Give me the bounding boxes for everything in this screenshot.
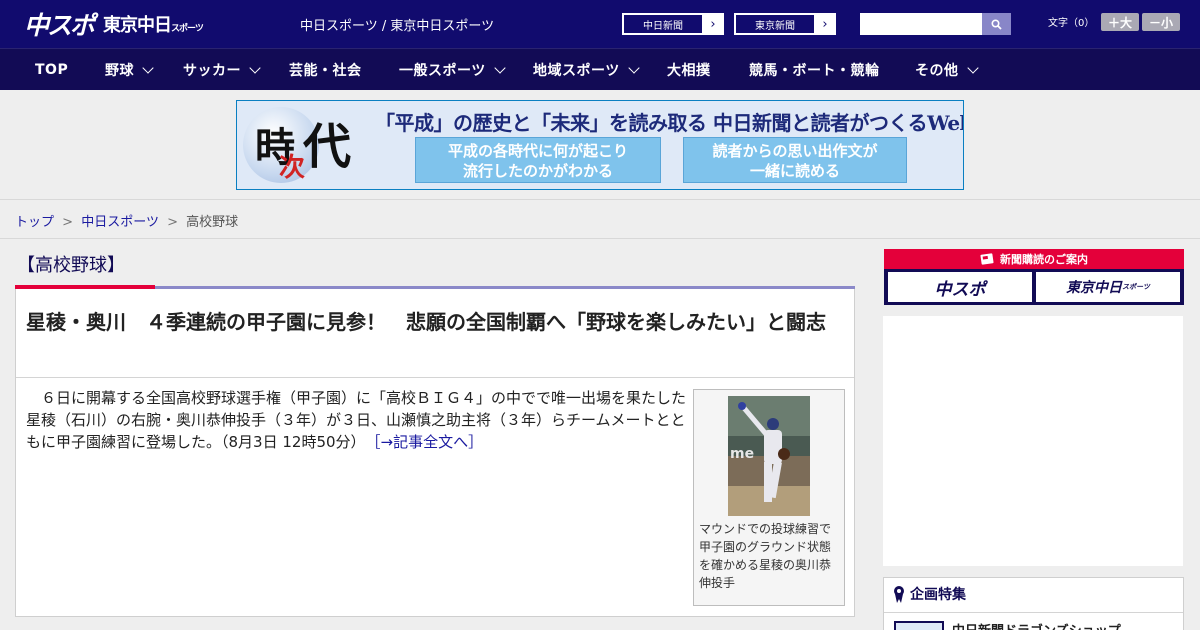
category-heading: 【高校野球】	[17, 255, 125, 276]
site-header: 中スポ 東京中日スポーツ 中日スポーツ / 東京中日スポーツ 中日新聞 › 東京…	[0, 0, 1200, 48]
feature-thumbnail[interactable]	[894, 621, 944, 630]
chunichi-shimbun-label: 中日新聞	[623, 14, 703, 34]
feature-title-label: 企画特集	[910, 587, 966, 603]
search-icon	[991, 18, 1002, 30]
banner-char-dai: 代	[303, 119, 352, 175]
chevron-right-icon: ›	[710, 16, 716, 32]
chevron-down-icon	[142, 62, 154, 74]
subscription-card: 新聞購読のご案内 中スポ 東京中日 スポーツ	[884, 249, 1184, 305]
article-body: ６日に開幕する全国高校野球選手権（甲子園）に「高校ＢＩＧ４」の中でで唯一出場を果…	[26, 389, 687, 451]
nav-item-soccer[interactable]: サッカー	[183, 49, 261, 91]
feature-item-dragons-shop[interactable]: 中日新聞ドラゴンズショップ	[952, 620, 1121, 630]
breadcrumb-divider	[0, 238, 1200, 239]
jijidai-banner-ad[interactable]: 時 次 代 「平成」の歴史と「未来」を読み取る 中日新聞と読者がつくるWebサイ…	[236, 100, 964, 190]
headline-divider	[16, 377, 854, 378]
chevron-down-icon	[494, 62, 506, 74]
logo-chuspo: 中スポ	[24, 11, 95, 40]
nav-item-top[interactable]: TOP	[35, 49, 68, 91]
breadcrumb: トップ > 中日スポーツ > 高校野球	[15, 211, 238, 230]
nav-item-entertainment[interactable]: 芸能・社会	[289, 49, 362, 91]
font-size-decrease-button[interactable]: －小	[1142, 13, 1180, 31]
banner-box-line: 平成の各時代に何が起こり	[447, 142, 628, 160]
pitcher-photo[interactable]: me	[728, 396, 810, 516]
read-more-link[interactable]: ［→記事全文へ］	[373, 433, 483, 451]
site-logo[interactable]: 中スポ 東京中日スポーツ	[24, 9, 204, 40]
logo-tokyo-chunichi: 東京中日スポーツ	[103, 15, 204, 36]
nav-label: 芸能・社会	[289, 63, 362, 79]
chevron-down-icon	[628, 62, 640, 74]
banner-box-line: 一緒に読める	[749, 162, 840, 180]
banner-char-tsugi: 次	[279, 153, 306, 183]
nav-item-local-sports[interactable]: 地域スポーツ	[533, 49, 640, 91]
article-headline[interactable]: 星稜・奥川 ４季連続の甲子園に見参！ 悲願の全国制覇へ「野球を楽しみたい」と闘志	[26, 307, 848, 337]
subscribe-tokyo-chunichi-button[interactable]: 東京中日 スポーツ	[1036, 272, 1180, 302]
tokyo-shimbun-label: 東京新聞	[735, 14, 815, 34]
pitcher-photo-image: me	[728, 396, 810, 516]
font-size-label: 文字（0）	[1048, 18, 1095, 29]
svg-text:me: me	[730, 446, 754, 462]
banner-box-line: 読者からの思い出作文が	[712, 142, 878, 160]
subscription-title: 新聞購読のご案内	[1000, 253, 1088, 266]
search-button[interactable]	[982, 13, 1011, 35]
ribbon-icon	[894, 586, 904, 603]
chevron-down-icon	[249, 62, 261, 74]
nav-item-baseball[interactable]: 野球	[105, 49, 154, 91]
breadcrumb-chunichi-sports[interactable]: 中日スポーツ	[81, 215, 159, 230]
nav-item-general-sports[interactable]: 一般スポーツ	[399, 49, 506, 91]
feature-card: 企画特集 中日新聞ドラゴンズショップ	[883, 577, 1184, 630]
banner-box-history: 平成の各時代に何が起こり 流行したのかがわかる	[415, 137, 661, 183]
nav-label: 競馬・ボート・競輪	[749, 63, 880, 79]
tokyo-shimbun-button[interactable]: 東京新聞 ›	[734, 13, 836, 35]
feature-title: 企画特集	[892, 584, 966, 604]
banner-area: 時 次 代 「平成」の歴史と「未来」を読み取る 中日新聞と読者がつくるWebサイ…	[0, 90, 1200, 200]
search-input[interactable]	[860, 13, 982, 35]
photo-figure: me マウンドでの投球練習で甲子園のグラウンド状態を確かめる星稜の奥川恭伸投手	[693, 389, 845, 606]
article-summary: ６日に開幕する全国高校野球選手権（甲子園）に「高校ＢＩＧ４」の中でで唯一出場を果…	[26, 387, 686, 453]
nav-label: TOP	[35, 62, 69, 78]
nav-label: 地域スポーツ	[533, 63, 620, 79]
chevron-down-icon	[966, 62, 979, 74]
subscribe-chuspo-button[interactable]: 中スポ	[888, 272, 1032, 302]
nav-item-sumo[interactable]: 大相撲	[667, 49, 711, 91]
nav-item-racing[interactable]: 競馬・ボート・競輪	[749, 49, 880, 91]
nav-label: 大相撲	[667, 63, 711, 79]
newspaper-icon	[980, 253, 994, 265]
chunichi-shimbun-button[interactable]: 中日新聞 ›	[622, 13, 724, 35]
breadcrumb-current: 高校野球	[186, 215, 239, 230]
feature-divider	[884, 612, 1183, 613]
nav-label: 野球	[105, 63, 134, 79]
sidebar-ad-slot[interactable]	[883, 316, 1183, 566]
subscription-header: 新聞購読のご案内	[884, 249, 1184, 269]
nav-label: 一般スポーツ	[399, 63, 486, 79]
breadcrumb-separator: >	[62, 215, 74, 230]
photo-caption: マウンドでの投球練習で甲子園のグラウンド状態を確かめる星稜の奥川恭伸投手	[699, 522, 832, 590]
breadcrumb-separator: >	[167, 215, 178, 230]
article-card: 星稜・奥川 ４季連続の甲子園に見参！ 悲願の全国制覇へ「野球を楽しみたい」と闘志…	[15, 289, 855, 617]
font-size-increase-button[interactable]: ＋大	[1101, 13, 1139, 31]
banner-headline: 「平成」の歴史と「未来」を読み取る 中日新聞と読者がつくるWebサイト	[375, 111, 963, 135]
nav-label: その他	[915, 63, 959, 79]
nav-item-other[interactable]: その他	[915, 49, 979, 91]
nav-label: サッカー	[183, 63, 241, 79]
site-title-link[interactable]: 中日スポーツ / 東京中日スポーツ	[300, 15, 494, 34]
chevron-right-icon: ›	[822, 16, 828, 32]
banner-box-essays: 読者からの思い出作文が 一緒に読める	[683, 137, 907, 183]
banner-box-line: 流行したのかがわかる	[462, 162, 613, 180]
breadcrumb-top[interactable]: トップ	[15, 215, 54, 230]
main-nav: TOP 野球 サッカー 芸能・社会 一般スポーツ 地域スポーツ 大相撲 競馬・ボ…	[0, 48, 1200, 90]
